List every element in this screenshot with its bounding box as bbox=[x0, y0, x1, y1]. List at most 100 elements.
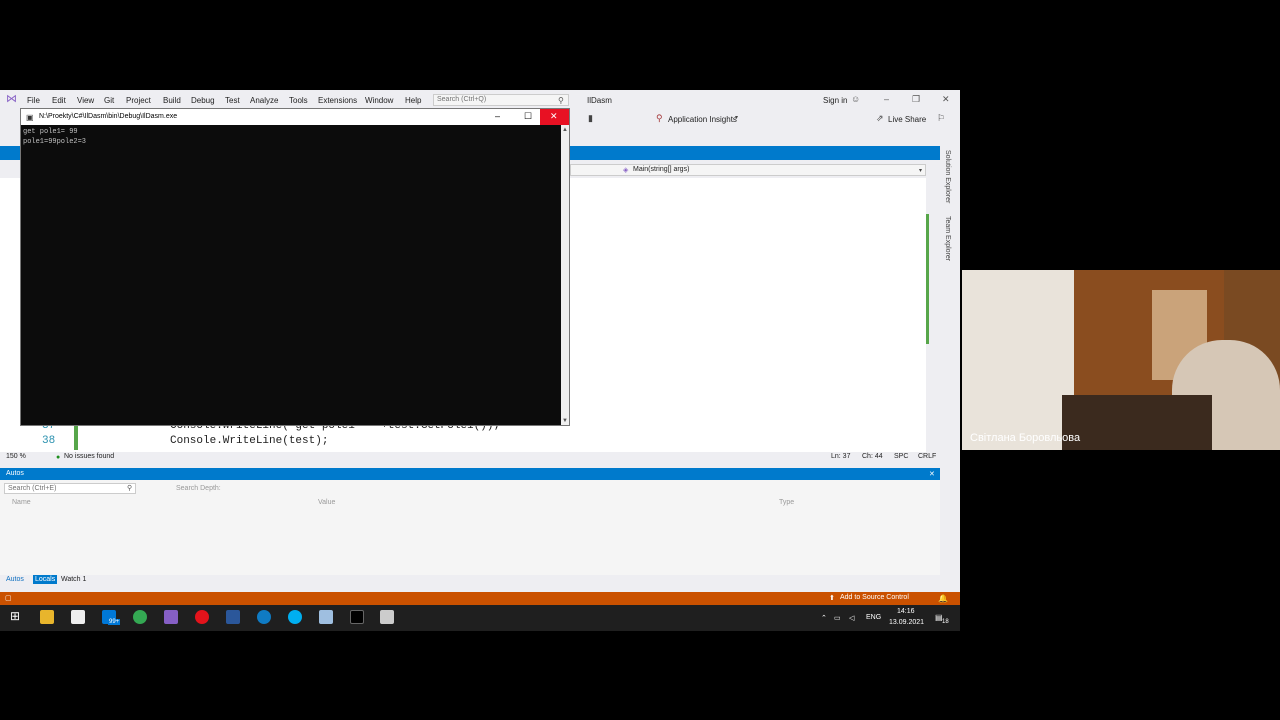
column-header-type[interactable]: Type bbox=[779, 499, 794, 506]
application-insights-button[interactable]: Application Insights bbox=[668, 115, 737, 124]
sign-in-link[interactable]: Sign in bbox=[823, 96, 847, 105]
scroll-down-icon[interactable]: ▼ bbox=[562, 417, 568, 426]
console-scrollbar[interactable]: ▲ ▼ bbox=[561, 125, 569, 425]
menu-test[interactable]: Test bbox=[225, 96, 240, 105]
menu-build[interactable]: Build bbox=[163, 96, 181, 105]
account-icon[interactable]: ☺ bbox=[851, 95, 860, 104]
visual-studio-logo-icon: ⋈ bbox=[6, 93, 17, 105]
member-navigation-dropdown[interactable]: ◈ Main(string[] args) ▾ bbox=[570, 164, 926, 176]
issues-status[interactable]: No issues found bbox=[64, 453, 114, 460]
network-icon[interactable]: ▭ bbox=[834, 614, 841, 623]
tab-autos[interactable]: Autos bbox=[6, 576, 24, 583]
console-taskbar-icon[interactable] bbox=[380, 610, 394, 624]
file-explorer-icon[interactable] bbox=[40, 610, 54, 624]
close-icon[interactable]: ✕ bbox=[929, 470, 935, 479]
windows-taskbar: ⊞ 99+ ⌃ ▭ ◁ ENG 14:16 13.09.2021 ▤ 18 bbox=[0, 605, 960, 631]
side-tab-solution-explorer[interactable]: Solution Explorer bbox=[944, 150, 951, 203]
chrome-icon[interactable] bbox=[133, 610, 147, 624]
vs-search-box[interactable]: Search (Ctrl+Q) ⚲ bbox=[433, 94, 569, 106]
menu-window[interactable]: Window bbox=[365, 96, 393, 105]
volume-icon[interactable]: ◁ bbox=[849, 614, 854, 623]
code-line[interactable]: Console.WriteLine(test); bbox=[170, 435, 328, 447]
autos-search-box[interactable]: Search (Ctrl+E) ⚲ bbox=[4, 483, 136, 494]
clock-date[interactable]: 13.09.2021 bbox=[889, 619, 924, 626]
notification-icon: ▢ bbox=[5, 595, 12, 602]
debug-window-tabs: Autos Locals Watch 1 bbox=[0, 575, 940, 586]
side-tool-strip: Solution Explorer Team Explorer bbox=[940, 146, 960, 466]
menu-git[interactable]: Git bbox=[104, 96, 114, 105]
menu-help[interactable]: Help bbox=[405, 96, 421, 105]
whitespace-indicator: SPC bbox=[894, 453, 909, 460]
menu-extensions[interactable]: Extensions bbox=[318, 96, 357, 105]
menu-project[interactable]: Project bbox=[126, 96, 151, 105]
check-icon: ● bbox=[56, 454, 61, 461]
tab-locals[interactable]: Locals bbox=[33, 575, 58, 584]
terminal-icon[interactable] bbox=[350, 610, 364, 624]
chevron-up-icon[interactable]: ⌃ bbox=[821, 614, 827, 623]
vs-status-bar: ▢ ⬆ Add to Source Control 🔔 bbox=[0, 592, 960, 605]
menu-tools[interactable]: Tools bbox=[289, 96, 308, 105]
add-to-source-control[interactable]: Add to Source Control bbox=[840, 594, 909, 601]
language-indicator[interactable]: ENG bbox=[866, 614, 881, 621]
search-icon: ⚲ bbox=[127, 485, 133, 492]
autos-title: Autos bbox=[6, 470, 24, 477]
notepad-icon[interactable] bbox=[319, 610, 333, 624]
menu-file[interactable]: File bbox=[27, 96, 40, 105]
menu-edit[interactable]: Edit bbox=[52, 96, 66, 105]
live-share-icon: ⇗ bbox=[876, 113, 884, 123]
visual-studio-icon[interactable] bbox=[164, 610, 178, 624]
notification-count: 18 bbox=[942, 619, 949, 625]
console-line: pole1=99pole2=3 bbox=[23, 138, 87, 146]
minimize-icon[interactable]: – bbox=[495, 112, 500, 121]
console-app-icon: ▣ bbox=[26, 113, 34, 122]
menu-view[interactable]: View bbox=[77, 96, 94, 105]
line-indicator: Ln: 37 bbox=[831, 453, 851, 460]
search-icon: ⚲ bbox=[558, 96, 564, 105]
close-icon[interactable]: ✕ bbox=[942, 95, 950, 104]
mail-badge: 99+ bbox=[108, 619, 121, 625]
menu-analyze[interactable]: Analyze bbox=[250, 96, 278, 105]
autos-panel: Search (Ctrl+E) ⚲ Search Depth: Name Val… bbox=[0, 480, 940, 575]
bookmark-icon[interactable]: ▮ bbox=[588, 114, 593, 123]
close-icon: ✕ bbox=[550, 111, 558, 121]
method-icon: ◈ bbox=[623, 167, 629, 174]
restore-icon[interactable]: ❐ bbox=[912, 95, 920, 104]
maximize-icon[interactable]: ☐ bbox=[524, 112, 532, 121]
tab-watch-1[interactable]: Watch 1 bbox=[61, 576, 86, 583]
line-ending-indicator: CRLF bbox=[918, 453, 937, 460]
console-output[interactable]: get pole1= 99 pole1=99pole2=3 bbox=[21, 125, 561, 425]
arrow-up-icon: ⬆ bbox=[829, 595, 835, 602]
zoom-level[interactable]: 150 % bbox=[6, 453, 26, 460]
vs-search-placeholder: Search (Ctrl+Q) bbox=[437, 96, 487, 103]
side-tab-team-explorer[interactable]: Team Explorer bbox=[944, 216, 951, 261]
windows-start-icon[interactable]: ⊞ bbox=[10, 610, 20, 622]
store-icon[interactable] bbox=[71, 610, 85, 624]
change-marker bbox=[926, 214, 929, 344]
bell-icon[interactable]: 🔔 bbox=[938, 594, 948, 603]
webcam-video-tile: Світлана Боровльова bbox=[962, 270, 1280, 450]
column-header-name[interactable]: Name bbox=[12, 499, 31, 506]
column-header-value[interactable]: Value bbox=[318, 499, 335, 506]
app-insights-icon: ⚲ bbox=[656, 113, 663, 123]
console-window[interactable]: ▣ N:\Proekty\C#\IlDasm\bin\Debug\IlDasm.… bbox=[20, 108, 570, 426]
word-icon[interactable] bbox=[226, 610, 240, 624]
close-button[interactable]: ✕ bbox=[540, 109, 569, 125]
feedback-icon[interactable]: ⚐ bbox=[937, 114, 945, 123]
console-line: get pole1= 99 bbox=[23, 128, 78, 136]
edge-icon[interactable] bbox=[257, 610, 271, 624]
clock-time[interactable]: 14:16 bbox=[897, 608, 915, 615]
autos-search-placeholder: Search (Ctrl+E) bbox=[8, 485, 57, 492]
participant-name: Світлана Боровльова bbox=[970, 432, 1081, 444]
column-indicator: Ch: 44 bbox=[862, 453, 883, 460]
webcam-wall bbox=[962, 270, 1074, 450]
live-share-button[interactable]: Live Share bbox=[888, 115, 926, 124]
minimize-icon[interactable]: – bbox=[884, 95, 889, 104]
opera-icon[interactable] bbox=[195, 610, 209, 624]
scroll-up-icon[interactable]: ▲ bbox=[562, 126, 568, 135]
chevron-down-icon: ▾ bbox=[919, 168, 923, 174]
chevron-down-icon: ▾ bbox=[735, 115, 739, 121]
console-title-bar[interactable]: ▣ N:\Proekty\C#\IlDasm\bin\Debug\IlDasm.… bbox=[21, 109, 569, 125]
skype-icon[interactable] bbox=[288, 610, 302, 624]
menu-debug[interactable]: Debug bbox=[191, 96, 215, 105]
navbar-method-label: Main(string[] args) bbox=[633, 166, 690, 173]
